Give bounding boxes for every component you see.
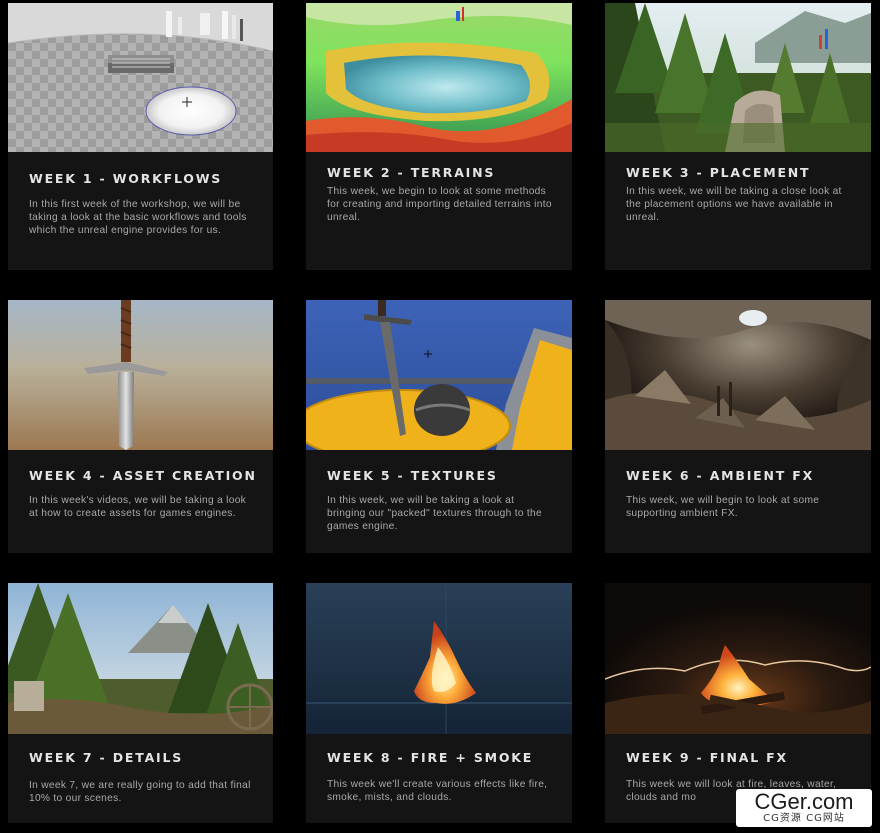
week-8-thumbnail [306, 583, 572, 734]
card-description: This week we'll create various effects l… [327, 779, 548, 803]
course-card-week-1[interactable]: WEEK 1 - WORKFLOWS In this first week of… [8, 3, 273, 270]
card-description: This week, we will begin to look at some… [626, 495, 820, 519]
card-title: WEEK 8 - FIRE + SMOKE [327, 750, 534, 765]
course-card-week-3[interactable]: WEEK 3 - PLACEMENT In this week, we will… [605, 3, 871, 270]
card-description: In this first week of the workshop, we w… [29, 199, 247, 236]
course-card-week-2[interactable]: WEEK 2 - TERRAINS This week, we begin to… [306, 3, 572, 270]
card-title: WEEK 9 - FINAL FX [626, 750, 788, 765]
card-description: In this week's videos, we will be taking… [29, 495, 247, 519]
card-title: WEEK 5 - TEXTURES [327, 468, 498, 483]
card-title: WEEK 1 - WORKFLOWS [29, 171, 223, 186]
card-description: In this week, we will be taking a close … [626, 186, 842, 223]
week-4-thumbnail [8, 300, 273, 450]
watermark-logo-text: CGer.com [754, 789, 854, 814]
course-card-week-9[interactable]: WEEK 9 - FINAL FX This week we will look… [605, 583, 871, 823]
card-title: WEEK 6 - AMBIENT FX [626, 468, 815, 483]
card-description: This week, we begin to look at some meth… [327, 186, 552, 223]
course-card-week-4[interactable]: WEEK 4 - ASSET CREATION In this week's v… [8, 300, 273, 553]
week-9-thumbnail [605, 583, 871, 734]
course-card-week-5[interactable]: WEEK 5 - TEXTURES In this week, we will … [306, 300, 572, 553]
course-card-week-6[interactable]: WEEK 6 - AMBIENT FX This week, we will b… [605, 300, 871, 553]
week-3-thumbnail [605, 3, 871, 152]
card-title: WEEK 2 - TERRAINS [327, 165, 496, 180]
watermark-subtext: CG资源 CG网站 [763, 813, 845, 824]
course-card-week-7[interactable]: WEEK 7 - DETAILS In week 7, we are reall… [8, 583, 273, 823]
week-1-thumbnail [8, 3, 273, 152]
card-title: WEEK 3 - PLACEMENT [626, 165, 811, 180]
site-watermark: CGer.com CG资源 CG网站 [736, 789, 872, 827]
card-title: WEEK 7 - DETAILS [29, 750, 184, 765]
card-description: In week 7, we are really going to add th… [29, 780, 251, 804]
card-description: In this week, we will be taking a look a… [327, 495, 542, 532]
week-2-thumbnail [306, 3, 572, 152]
week-5-thumbnail [306, 300, 572, 450]
week-6-thumbnail [605, 300, 871, 450]
course-card-week-8[interactable]: WEEK 8 - FIRE + SMOKE This week we'll cr… [306, 583, 572, 823]
card-title: WEEK 4 - ASSET CREATION [29, 468, 257, 483]
week-7-thumbnail [8, 583, 273, 734]
